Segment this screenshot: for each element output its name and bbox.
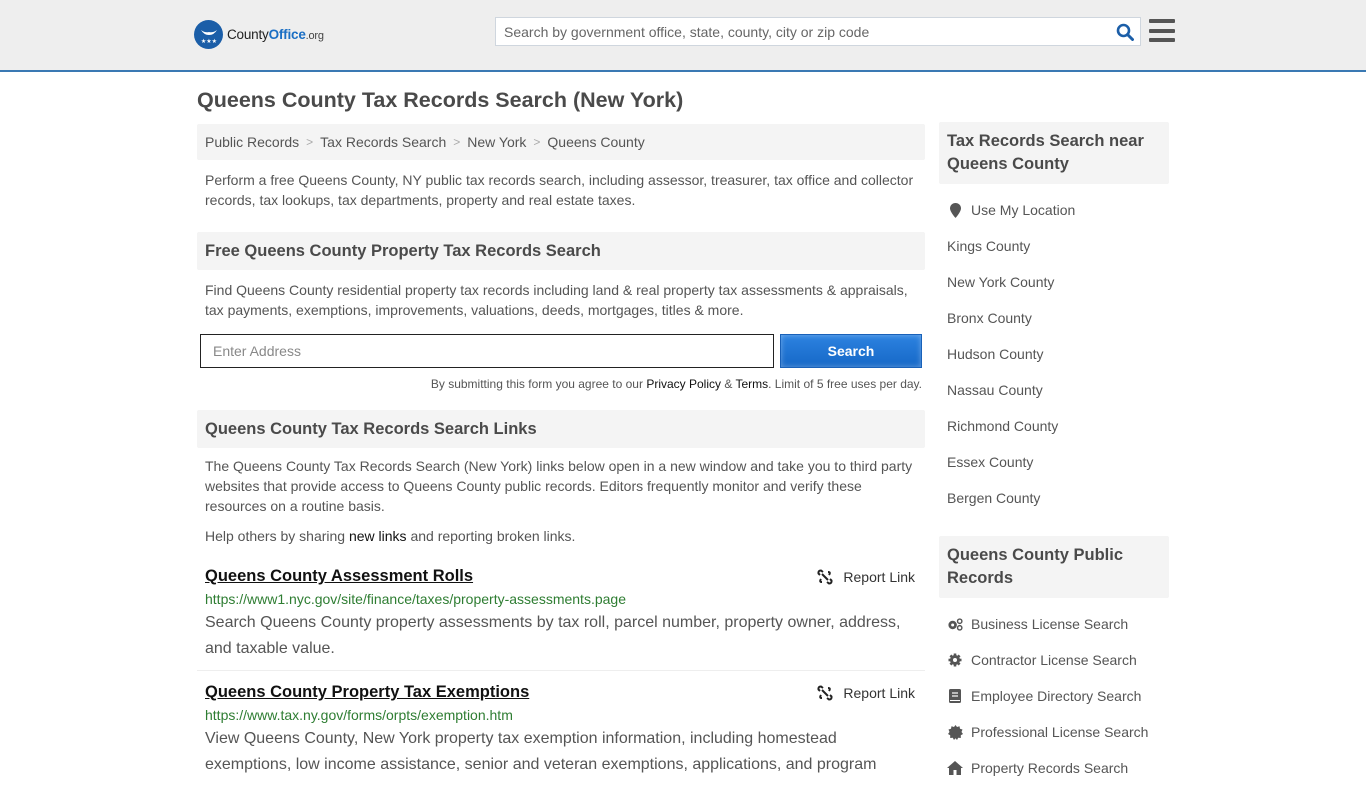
nearby-link[interactable]: Nassau County <box>947 382 1043 398</box>
help-suffix: and reporting broken links. <box>406 528 576 544</box>
breadcrumb-separator: > <box>453 135 461 149</box>
public-record-item[interactable]: Business License Search <box>947 606 1161 642</box>
breadcrumb-new-york[interactable]: New York <box>467 134 526 150</box>
use-my-location-link[interactable]: Use My Location <box>971 202 1075 218</box>
privacy-policy-link[interactable]: Privacy Policy <box>646 377 721 391</box>
record-title-link[interactable]: Queens County Property Tax Exemptions <box>205 683 529 702</box>
help-prefix: Help others by sharing <box>205 528 349 544</box>
public-record-link[interactable]: Professional License Search <box>971 724 1148 740</box>
free-search-heading: Free Queens County Property Tax Records … <box>197 232 925 270</box>
disclaimer-suffix: . Limit of 5 free uses per day. <box>768 377 922 391</box>
report-link-button[interactable]: Report Link <box>817 569 915 585</box>
svg-text:★★★: ★★★ <box>200 38 216 45</box>
record-title-link[interactable]: Queens County Assessment Rolls <box>205 567 473 586</box>
address-input[interactable] <box>200 334 774 368</box>
nearby-item[interactable]: Bronx County <box>947 300 1161 336</box>
nearby-item[interactable]: Essex County <box>947 444 1161 480</box>
nearby-item[interactable]: Richmond County <box>947 408 1161 444</box>
breadcrumb-separator: > <box>306 135 314 149</box>
site-search <box>495 17 1141 46</box>
public-records-heading: Queens County Public Records <box>939 536 1169 598</box>
certificate-icon <box>947 724 963 740</box>
public-record-item[interactable]: Contractor License Search <box>947 642 1161 678</box>
record-url: https://www.tax.ny.gov/forms/orpts/exemp… <box>205 707 513 723</box>
public-record-item[interactable]: Professional License Search <box>947 714 1161 750</box>
logo-wordmark: CountyOffice.org <box>227 27 324 42</box>
record-url: https://www1.nyc.gov/site/finance/taxes/… <box>205 591 626 607</box>
nearby-heading: Tax Records Search near Queens County <box>939 122 1169 184</box>
free-search-description: Find Queens County residential property … <box>205 282 908 318</box>
nearby-item[interactable]: New York County <box>947 264 1161 300</box>
gear-icon <box>947 653 963 667</box>
nearby-link[interactable]: Essex County <box>947 454 1033 470</box>
broken-link-icon <box>817 569 833 585</box>
public-record-link[interactable]: Contractor License Search <box>971 652 1137 668</box>
record-description: Search Queens County property assessment… <box>205 614 901 657</box>
use-my-location-item[interactable]: Use My Location <box>947 192 1161 228</box>
map-marker-icon <box>947 202 963 218</box>
intro-text: Perform a free Queens County, NY public … <box>205 172 914 208</box>
public-record-link[interactable]: Business License Search <box>971 616 1128 632</box>
nearby-link[interactable]: Bronx County <box>947 310 1032 326</box>
nearby-item[interactable]: Kings County <box>947 228 1161 264</box>
book-icon <box>947 689 963 703</box>
site-logo[interactable]: ★★★ CountyOffice.org <box>194 20 324 49</box>
site-search-input[interactable] <box>496 18 1110 45</box>
record-item: Queens County Assessment Rolls Report Li… <box>197 567 925 671</box>
public-record-item[interactable]: Employee Directory Search <box>947 678 1161 714</box>
record-item: Queens County Property Tax Exemptions Re… <box>197 683 925 778</box>
nearby-item[interactable]: Hudson County <box>947 336 1161 372</box>
report-link-label: Report Link <box>843 685 915 701</box>
report-link-label: Report Link <box>843 569 915 585</box>
search-icon[interactable] <box>1110 18 1140 45</box>
nearby-list: Use My Location Kings County New York Co… <box>939 192 1169 516</box>
page-title: Queens County Tax Records Search (New Yo… <box>197 88 684 112</box>
breadcrumb-queens-county[interactable]: Queens County <box>547 134 644 150</box>
breadcrumb: Public Records > Tax Records Search > Ne… <box>197 124 925 160</box>
gears-icon <box>947 617 963 631</box>
nearby-link[interactable]: Kings County <box>947 238 1030 254</box>
sidebar: Tax Records Search near Queens County Us… <box>939 122 1169 786</box>
address-search-button[interactable]: Search <box>780 334 922 368</box>
new-links-link[interactable]: new links <box>349 528 407 544</box>
home-icon <box>947 761 963 775</box>
disclaimer-prefix: By submitting this form you agree to our <box>430 377 647 391</box>
nearby-item[interactable]: Bergen County <box>947 480 1161 516</box>
disclaimer-amp: & <box>721 377 736 391</box>
nearby-link[interactable]: Richmond County <box>947 418 1058 434</box>
public-record-link[interactable]: Employee Directory Search <box>971 688 1141 704</box>
nearby-link[interactable]: Bergen County <box>947 490 1040 506</box>
links-intro-text: The Queens County Tax Records Search (Ne… <box>205 458 913 514</box>
public-record-item[interactable]: Property Records Search <box>947 750 1161 786</box>
broken-link-icon <box>817 685 833 701</box>
help-text: Help others by sharing new links and rep… <box>197 526 925 546</box>
breadcrumb-public-records[interactable]: Public Records <box>205 134 299 150</box>
nearby-link[interactable]: Hudson County <box>947 346 1044 362</box>
public-record-link[interactable]: Property Records Search <box>971 760 1128 776</box>
public-records-list: Business License Search Contractor Licen… <box>939 606 1169 786</box>
breadcrumb-tax-records-search[interactable]: Tax Records Search <box>320 134 446 150</box>
hamburger-menu-icon[interactable] <box>1149 19 1175 42</box>
main-content: Public Records > Tax Records Search > Ne… <box>197 124 925 778</box>
eagle-seal-icon: ★★★ <box>194 20 223 49</box>
record-description: View Queens County, New York property ta… <box>205 730 877 773</box>
form-disclaimer: By submitting this form you agree to our… <box>197 377 925 391</box>
nearby-item[interactable]: Nassau County <box>947 372 1161 408</box>
links-section-heading: Queens County Tax Records Search Links <box>197 410 925 448</box>
report-link-button[interactable]: Report Link <box>817 685 915 701</box>
address-search-form: Search <box>197 334 925 368</box>
terms-link[interactable]: Terms <box>735 377 768 391</box>
breadcrumb-separator: > <box>533 135 541 149</box>
site-header: ★★★ CountyOffice.org <box>0 0 1366 72</box>
nearby-link[interactable]: New York County <box>947 274 1054 290</box>
